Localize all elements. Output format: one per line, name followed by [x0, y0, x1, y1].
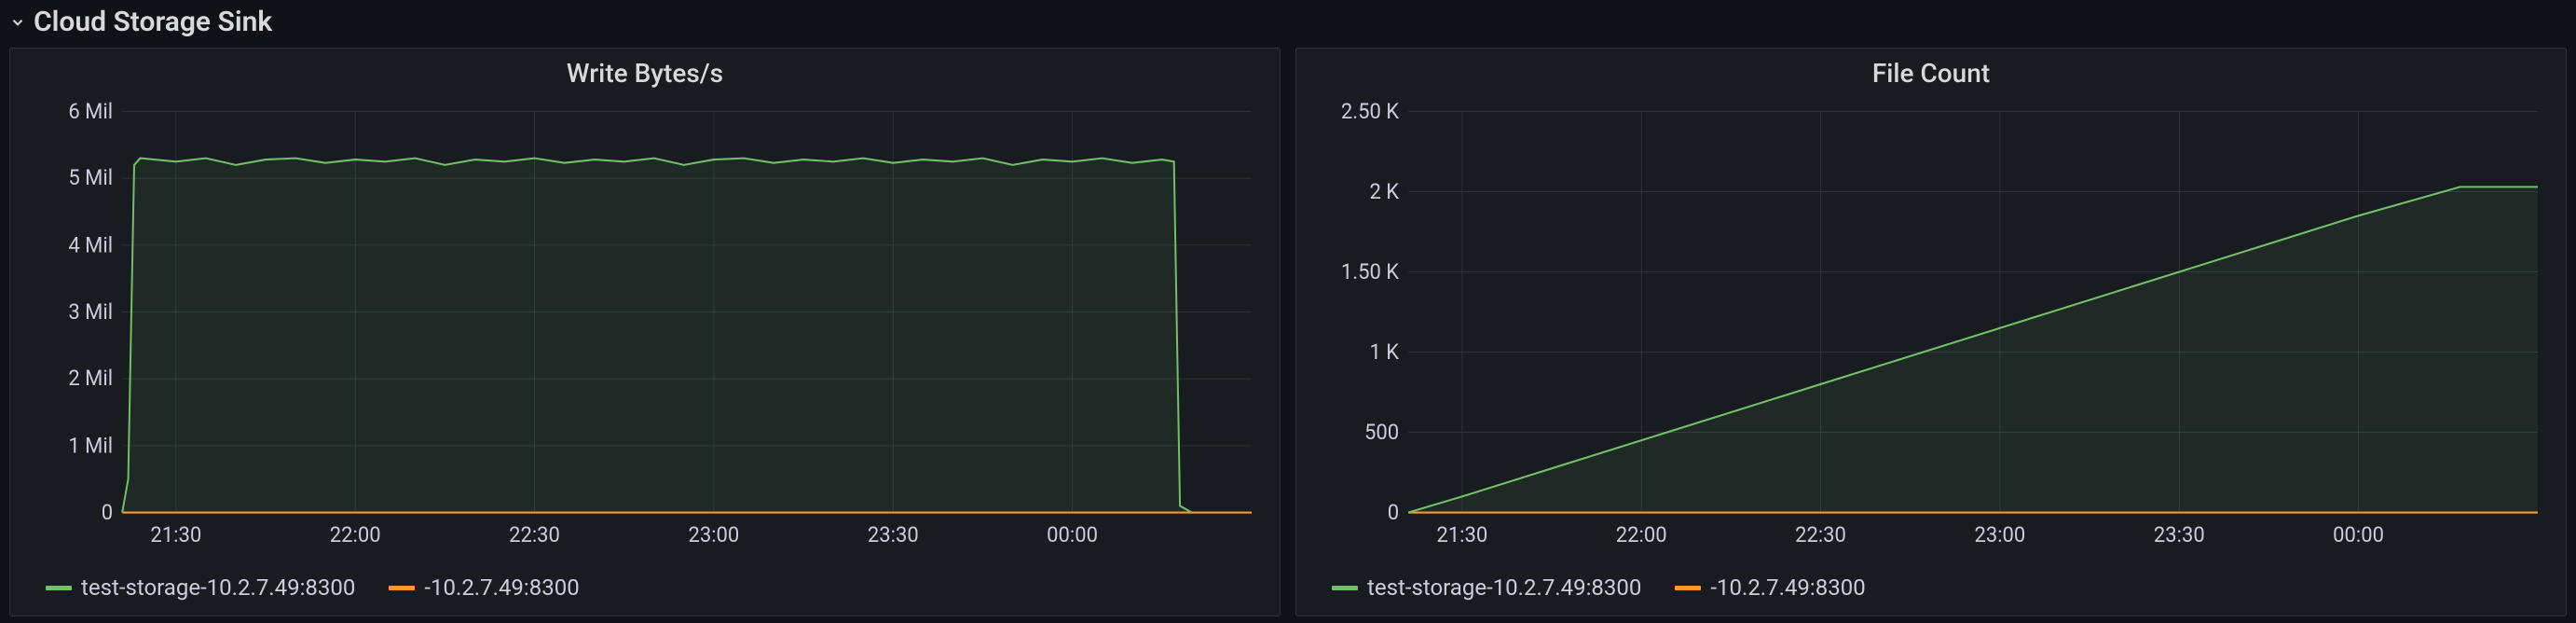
legend-swatch-icon: [46, 586, 72, 590]
x-tick: 00:00: [2333, 522, 2384, 548]
legend-item[interactable]: -10.2.7.49:8300: [389, 575, 579, 601]
chart-file-count[interactable]: 0 500 1 K 1.50 K 2 K 2.50 K 21:30 22:00 …: [1315, 102, 2547, 561]
y-tick: 2 Mil: [68, 366, 113, 392]
legend-item[interactable]: test-storage-10.2.7.49:8300: [1332, 575, 1641, 601]
legend-label: test-storage-10.2.7.49:8300: [81, 575, 355, 601]
chart-write-bytes[interactable]: 0 1 Mil 2 Mil 3 Mil 4 Mil 5 Mil 6 Mil 21…: [29, 102, 1261, 561]
y-tick: 3 Mil: [68, 298, 113, 325]
y-tick: 1.50 K: [1341, 258, 1400, 284]
legend: test-storage-10.2.7.49:8300 -10.2.7.49:8…: [10, 561, 1280, 616]
chevron-down-icon: [9, 14, 26, 31]
x-tick: 22:30: [1795, 522, 1846, 548]
x-tick: 23:00: [688, 522, 739, 548]
y-tick: 1 Mil: [68, 433, 113, 459]
legend-label: -10.2.7.49:8300: [424, 575, 579, 601]
y-tick: 1 K: [1369, 339, 1399, 365]
x-tick: 22:00: [1616, 522, 1667, 548]
panel-write-bytes[interactable]: Write Bytes/s 0 1 M: [9, 48, 1281, 616]
x-tick: 23:30: [2154, 522, 2205, 548]
y-tick: 6 Mil: [68, 102, 113, 124]
legend-swatch-icon: [389, 586, 415, 590]
legend-item[interactable]: test-storage-10.2.7.49:8300: [46, 575, 355, 601]
legend: test-storage-10.2.7.49:8300 -10.2.7.49:8…: [1296, 561, 2566, 616]
panel-file-count[interactable]: File Count 0 500 1 K 1.50 K: [1295, 48, 2567, 616]
x-tick: 22:30: [509, 522, 560, 548]
x-tick: 23:30: [868, 522, 919, 548]
series-fill: [122, 159, 1192, 513]
panel-title: Write Bytes/s: [10, 48, 1280, 92]
x-tick: 00:00: [1047, 522, 1098, 548]
panel-title: File Count: [1296, 48, 2566, 92]
series-fill: [1408, 187, 2538, 512]
legend-label: -10.2.7.49:8300: [1710, 575, 1865, 601]
panels-row: Write Bytes/s 0 1 M: [0, 48, 2576, 616]
y-tick: 5 Mil: [68, 165, 113, 191]
section-title: Cloud Storage Sink: [34, 6, 272, 38]
y-tick: 4 Mil: [68, 232, 113, 258]
x-tick: 22:00: [330, 522, 381, 548]
y-tick: 0: [1388, 499, 1399, 525]
section-header[interactable]: Cloud Storage Sink: [0, 0, 2576, 48]
x-tick: 23:00: [1974, 522, 2025, 548]
y-tick: 2.50 K: [1341, 102, 1400, 124]
x-tick: 21:30: [150, 522, 201, 548]
legend-swatch-icon: [1332, 586, 1358, 590]
legend-swatch-icon: [1675, 586, 1701, 590]
y-tick: 2 K: [1369, 178, 1399, 204]
y-tick: 500: [1364, 419, 1399, 445]
x-tick: 21:30: [1436, 522, 1487, 548]
y-tick: 0: [102, 499, 113, 525]
legend-label: test-storage-10.2.7.49:8300: [1367, 575, 1641, 601]
legend-item[interactable]: -10.2.7.49:8300: [1675, 575, 1865, 601]
